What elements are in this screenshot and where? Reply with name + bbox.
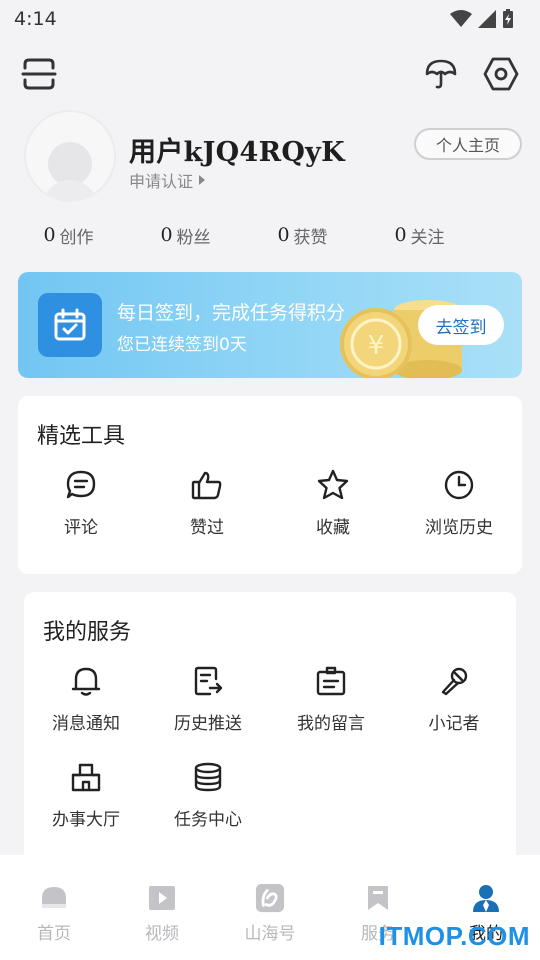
stat-label: 粉丝 <box>176 227 211 248</box>
tool-history[interactable]: 浏览历史 <box>397 468 521 538</box>
clipboard-icon <box>314 664 348 697</box>
stat-label: 获赞 <box>293 227 328 248</box>
service-office-hall[interactable]: 办事大厅 <box>24 760 148 830</box>
top-bar <box>0 50 540 100</box>
battery-icon <box>503 9 513 28</box>
stat-fans[interactable]: 0 粉丝 <box>127 218 244 252</box>
service-label: 小记者 <box>428 714 480 734</box>
service-notifications[interactable]: 消息通知 <box>24 664 148 734</box>
stat-creations[interactable]: 0 创作 <box>10 218 127 252</box>
service-task-center[interactable]: 任务中心 <box>146 760 270 830</box>
bell-icon <box>69 664 103 697</box>
service-label: 历史推送 <box>174 714 242 734</box>
comment-icon <box>64 468 98 501</box>
checkin-banner[interactable]: 每日签到，完成任务得积分 您已连续签到0天 ¥ 去签到 <box>18 272 522 378</box>
tool-favorites[interactable]: 收藏 <box>271 468 395 538</box>
video-icon <box>147 883 177 913</box>
clock-icon <box>442 468 476 501</box>
tool-liked[interactable]: 赞过 <box>145 468 269 538</box>
stats-row: 0 创作 0 粉丝 0 获赞 0 关注 <box>0 218 540 252</box>
checkin-button[interactable]: 去签到 <box>418 305 504 345</box>
tab-home[interactable]: 首页 <box>0 855 108 960</box>
tab-video[interactable]: 视频 <box>108 855 216 960</box>
apply-verification-label: 申请认证 <box>129 172 194 191</box>
homepage-button[interactable]: 个人主页 <box>414 128 522 160</box>
service-my-messages[interactable]: 我的留言 <box>269 664 393 734</box>
svg-text:¥: ¥ <box>368 331 385 361</box>
umbrella-icon[interactable] <box>421 54 461 94</box>
tab-shanhai[interactable]: 山海号 <box>216 855 324 960</box>
service-label: 办事大厅 <box>52 810 120 830</box>
person-icon <box>471 883 501 913</box>
checkin-subtitle: 您已连续签到0天 <box>117 335 247 355</box>
stat-number: 0 <box>160 224 173 246</box>
building-icon <box>69 760 103 793</box>
play-arrow-icon <box>199 175 206 185</box>
service-label: 任务中心 <box>174 810 242 830</box>
service-label: 我的留言 <box>297 714 365 734</box>
document-arrow-icon <box>191 664 225 697</box>
settings-icon[interactable] <box>481 54 521 94</box>
status-time: 4:14 <box>14 8 57 30</box>
stat-number: 0 <box>394 224 407 246</box>
tool-label: 评论 <box>64 518 98 538</box>
status-bar: 4:14 <box>0 0 540 38</box>
bookmark-icon <box>363 883 393 913</box>
database-icon <box>191 760 225 793</box>
services-title: 我的服务 <box>43 620 132 645</box>
home-icon <box>39 883 69 913</box>
tools-card: 精选工具 评论 赞过 收藏 浏览历史 <box>18 396 522 574</box>
tab-label: 山海号 <box>244 924 296 944</box>
stat-following[interactable]: 0 关注 <box>361 218 478 252</box>
tab-label: 首页 <box>37 924 71 944</box>
stat-likes[interactable]: 0 获赞 <box>244 218 361 252</box>
tab-label: 视频 <box>145 924 179 944</box>
avatar-body <box>42 180 98 200</box>
apply-verification-link[interactable]: 申请认证 <box>129 168 206 192</box>
wifi-icon <box>450 10 472 27</box>
profile-section: 用户kJQ4RQyK 申请认证 个人主页 <box>0 108 540 208</box>
services-card: 我的服务 消息通知 历史推送 我的留言 小记者 办事大厅 任务中心 <box>24 592 516 872</box>
thumbs-up-icon <box>190 468 224 501</box>
service-junior-reporter[interactable]: 小记者 <box>392 664 516 734</box>
stat-number: 0 <box>277 224 290 246</box>
service-label: 消息通知 <box>52 714 120 734</box>
checkin-title: 每日签到，完成任务得积分 <box>117 302 346 324</box>
scan-icon[interactable] <box>19 54 59 94</box>
calendar-check-icon <box>38 293 102 357</box>
tool-label: 浏览历史 <box>425 518 493 538</box>
stat-label: 创作 <box>59 227 94 248</box>
microphone-icon <box>437 664 471 697</box>
tool-label: 赞过 <box>190 518 224 538</box>
avatar[interactable] <box>24 110 116 202</box>
tools-title: 精选工具 <box>37 424 126 449</box>
tool-comments[interactable]: 评论 <box>19 468 143 538</box>
status-icons <box>450 9 514 29</box>
username: 用户kJQ4RQyK <box>129 137 345 168</box>
shanhai-logo-icon <box>255 883 285 913</box>
tool-label: 收藏 <box>316 518 350 538</box>
star-icon <box>316 468 350 501</box>
stat-label: 关注 <box>410 227 445 248</box>
watermark: ITMOP.COM <box>378 921 530 951</box>
stat-number: 0 <box>43 224 56 246</box>
service-push-history[interactable]: 历史推送 <box>146 664 270 734</box>
signal-icon <box>478 10 496 28</box>
